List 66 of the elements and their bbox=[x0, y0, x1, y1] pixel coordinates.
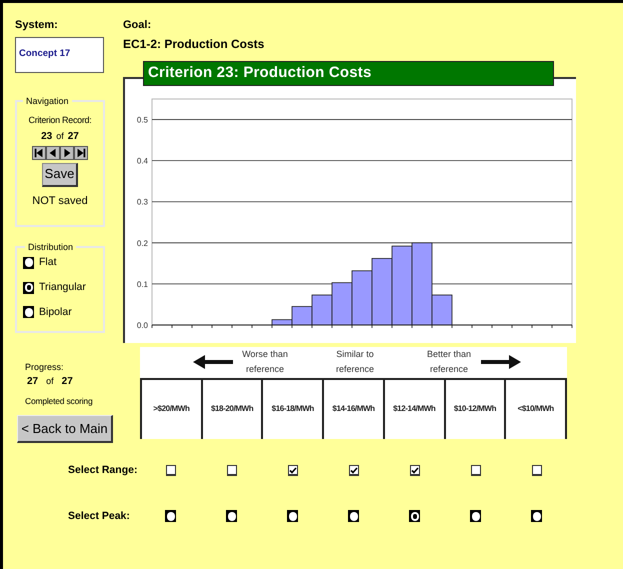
progress-count: 27 bbox=[27, 375, 38, 389]
checkbox[interactable] bbox=[226, 465, 236, 476]
axis-tick-label: 0.2 bbox=[136, 238, 148, 248]
record-label: Criterion Record: bbox=[28, 114, 92, 127]
axis-tick-label: 0.0 bbox=[136, 320, 148, 330]
triangle-left-icon[interactable] bbox=[46, 146, 60, 160]
radio-label: Bipolar bbox=[39, 304, 72, 320]
row-label: Select Range: bbox=[67, 462, 138, 478]
panel-legend: Navigation bbox=[23, 94, 72, 108]
triangle-right-icon[interactable] bbox=[60, 146, 74, 160]
progress-label: Progress: bbox=[25, 360, 65, 374]
checkbox[interactable] bbox=[410, 465, 420, 476]
radio-button[interactable] bbox=[226, 510, 237, 522]
radio-button[interactable] bbox=[348, 510, 359, 522]
radio-button[interactable] bbox=[287, 510, 298, 522]
histogram-bar bbox=[372, 258, 392, 325]
checkbox[interactable] bbox=[470, 465, 480, 476]
table-cell: $14-16/MWh bbox=[324, 380, 385, 438]
chart-title: Criterion 23: Production Costs bbox=[143, 60, 554, 86]
radio-button[interactable] bbox=[470, 510, 481, 522]
panel-legend: Distribution bbox=[25, 240, 76, 254]
row-label: Select Peak: bbox=[67, 508, 131, 524]
radio-button[interactable] bbox=[23, 256, 34, 269]
axis-tick-label: 0.5 bbox=[136, 115, 148, 124]
goal-label: Goal: bbox=[123, 18, 152, 33]
table-cell: $10-12/MWh bbox=[446, 380, 506, 438]
histogram-bar bbox=[332, 282, 352, 325]
radio-label: Triangular bbox=[39, 280, 86, 295]
save-button[interactable]: Save bbox=[42, 162, 78, 186]
radio-button[interactable] bbox=[23, 282, 34, 294]
checkbox[interactable] bbox=[348, 465, 358, 476]
skip-forward-icon[interactable] bbox=[74, 146, 88, 160]
skip-back-icon[interactable] bbox=[32, 146, 46, 160]
system-field[interactable]: Concept 17 bbox=[15, 36, 104, 72]
progress-total: 27 bbox=[62, 375, 73, 389]
radio-button[interactable] bbox=[531, 510, 542, 522]
scale-hint: Similar to reference bbox=[334, 348, 376, 376]
checkbox[interactable] bbox=[166, 465, 176, 476]
scale-hint: Better than reference bbox=[426, 348, 472, 376]
axis-tick-label: 0.3 bbox=[136, 197, 148, 206]
progress-status: Completed scoring bbox=[25, 395, 94, 408]
arrow-left-icon bbox=[193, 355, 233, 369]
of-text: of bbox=[56, 130, 64, 142]
record-number: 23 bbox=[41, 130, 52, 144]
checkbox[interactable] bbox=[532, 465, 542, 476]
checkbox[interactable] bbox=[288, 465, 298, 476]
save-status: NOT saved bbox=[32, 194, 88, 208]
axis-tick-label: 0.4 bbox=[136, 156, 148, 166]
system-label: System: bbox=[15, 18, 59, 33]
of-text: of bbox=[46, 375, 54, 388]
table-cell: >$20/MWh bbox=[142, 380, 203, 438]
goal-title: EC1-2: Production Costs bbox=[123, 36, 266, 52]
histogram-bar bbox=[352, 270, 372, 325]
table-cell: $12-14/MWh bbox=[384, 380, 446, 438]
table-cell: <$10/MWh bbox=[506, 380, 568, 438]
record-total: 27 bbox=[68, 130, 79, 144]
radio-button[interactable] bbox=[409, 510, 420, 522]
table-cell: $16-18/MWh bbox=[263, 380, 324, 438]
back-button[interactable]: < Back to Main bbox=[17, 414, 113, 443]
table-cell: $18-20/MWh bbox=[202, 380, 264, 438]
radio-button[interactable] bbox=[165, 510, 176, 522]
axis-tick-label: 0.1 bbox=[136, 279, 148, 288]
scale-hint: Worse than reference bbox=[241, 348, 289, 376]
radio-button[interactable] bbox=[23, 306, 34, 318]
arrow-right-icon bbox=[481, 355, 521, 369]
radio-label: Flat bbox=[39, 255, 57, 270]
